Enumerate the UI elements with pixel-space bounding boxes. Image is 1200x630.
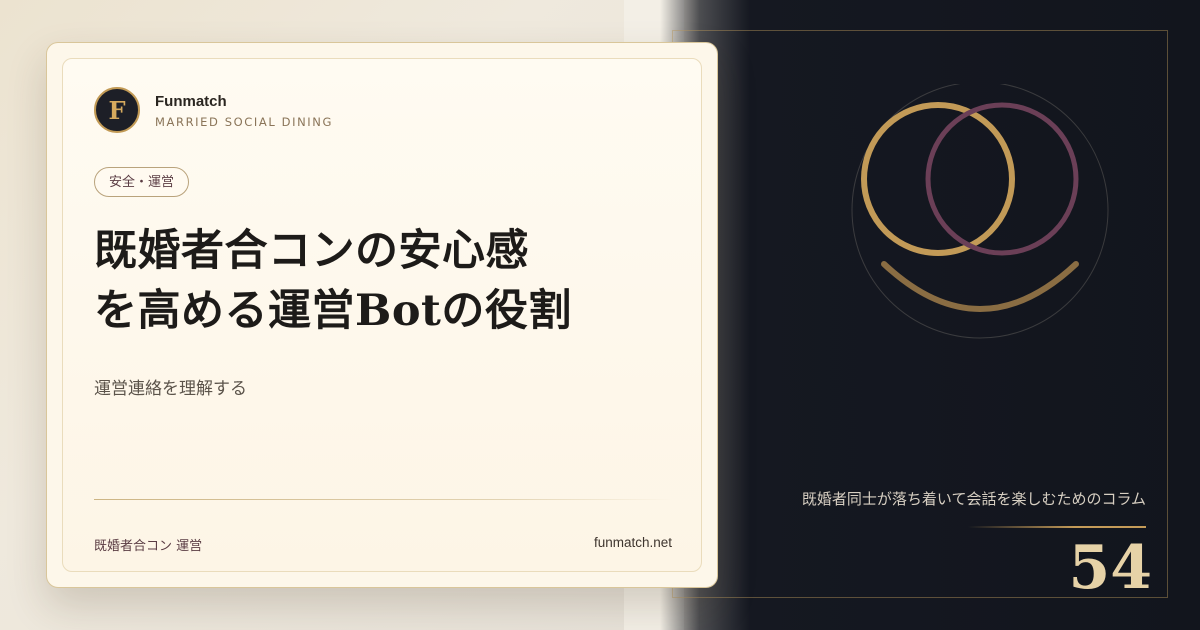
footer-site-url: funmatch.net: [593, 535, 672, 550]
article-card-inner: F Funmatch MARRIED SOCIAL DINING 安全・運営 既…: [62, 58, 702, 572]
column-number: 54: [1068, 533, 1153, 603]
interlocking-rings-icon: [851, 84, 1109, 339]
brand-name: Funmatch: [155, 93, 227, 110]
brand-logo-icon: F: [94, 87, 140, 133]
article-title-line-2: を高める運営Botの役割: [94, 286, 572, 336]
footer-divider: [94, 499, 672, 500]
article-card: F Funmatch MARRIED SOCIAL DINING 安全・運営 既…: [46, 42, 718, 588]
article-subtitle: 運営連絡を理解する: [94, 379, 247, 399]
brand-tagline: MARRIED SOCIAL DINING: [155, 115, 333, 129]
footer-category-label: 既婚者合コン 運営: [94, 539, 203, 554]
article-title: 既婚者合コンの安心感 を高める運営Botの役割: [94, 221, 694, 341]
category-badge: 安全・運営: [94, 167, 190, 197]
brand-logo-letter: F: [108, 95, 126, 125]
column-caption: 既婚者同士が落ち着いて会話を楽しむためのコラム: [801, 490, 1146, 508]
article-title-line-1: 既婚者合コンの安心感: [94, 226, 529, 276]
caption-underline: [968, 526, 1146, 528]
